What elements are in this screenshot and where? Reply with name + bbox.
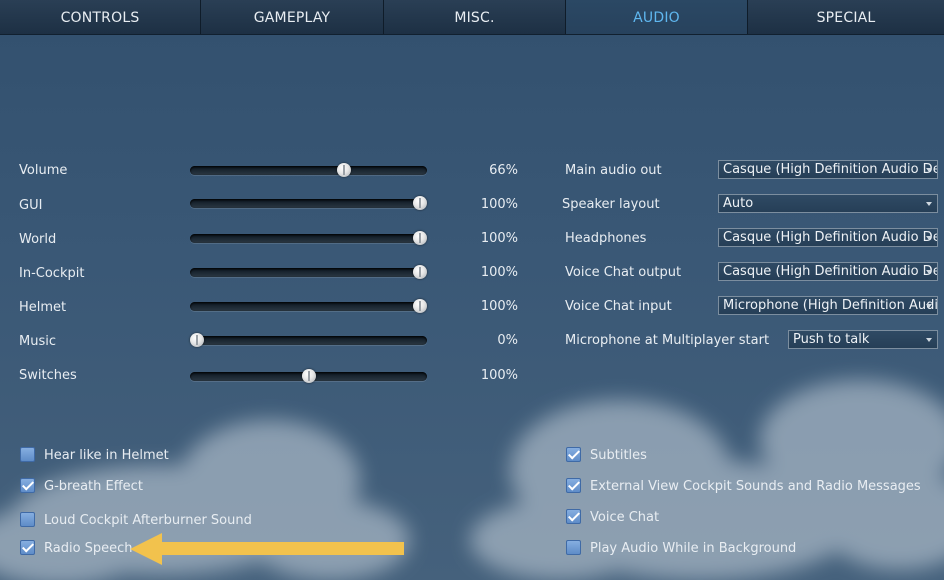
helmet-slider[interactable] bbox=[190, 299, 427, 313]
microphone-start-value: Push to talk bbox=[793, 332, 870, 347]
main-audio-out-label: Main audio out bbox=[565, 163, 662, 178]
settings-tab-bar: CONTROLS GAMEPLAY MISC. AUDIO SPECIAL bbox=[0, 0, 944, 35]
music-value: 0% bbox=[497, 333, 518, 348]
world-value: 100% bbox=[480, 231, 518, 246]
microphone-start-label: Microphone at Multiplayer start bbox=[565, 333, 770, 348]
helmet-slider-thumb[interactable] bbox=[413, 299, 427, 313]
in-cockpit-slider-thumb[interactable] bbox=[413, 265, 427, 279]
subtitles-checkbox[interactable] bbox=[566, 447, 581, 462]
external-view-cockpit-sounds-checkbox[interactable] bbox=[566, 478, 581, 493]
slider-label-gui: GUI bbox=[19, 198, 43, 213]
play-audio-background-checkbox[interactable] bbox=[566, 540, 581, 555]
tab-gameplay[interactable]: GAMEPLAY bbox=[201, 0, 384, 34]
play-audio-background-label: Play Audio While in Background bbox=[590, 541, 797, 556]
volume-value: 66% bbox=[489, 163, 518, 178]
speaker-layout-value: Auto bbox=[723, 196, 754, 211]
volume-slider[interactable] bbox=[190, 163, 427, 177]
main-audio-out-select[interactable]: Casque (High Definition Audio Dev bbox=[718, 160, 938, 179]
voice-chat-output-select[interactable]: Casque (High Definition Audio Dev bbox=[718, 262, 938, 281]
tab-audio[interactable]: AUDIO bbox=[566, 0, 748, 34]
switches-slider[interactable] bbox=[190, 369, 427, 383]
voice-chat-checkbox[interactable] bbox=[566, 509, 581, 524]
slider-label-in-cockpit: In-Cockpit bbox=[19, 266, 85, 281]
gui-slider-thumb[interactable] bbox=[413, 196, 427, 210]
microphone-start-select[interactable]: Push to talk bbox=[788, 330, 938, 349]
chevron-down-icon bbox=[926, 202, 932, 206]
voice-chat-input-value: Microphone (High Definition Audio bbox=[723, 298, 937, 313]
tab-controls[interactable]: CONTROLS bbox=[0, 0, 201, 34]
gui-value: 100% bbox=[480, 197, 518, 212]
slider-label-switches: Switches bbox=[19, 368, 77, 383]
headphones-select[interactable]: Casque (High Definition Audio Dev bbox=[718, 228, 938, 247]
world-slider[interactable] bbox=[190, 231, 427, 245]
slider-label-volume: Volume bbox=[19, 163, 68, 178]
in-cockpit-value: 100% bbox=[480, 265, 518, 280]
in-cockpit-slider[interactable] bbox=[190, 265, 427, 279]
voice-chat-output-value: Casque (High Definition Audio Dev bbox=[723, 264, 937, 279]
chevron-down-icon bbox=[926, 236, 932, 240]
switches-value: 100% bbox=[480, 368, 518, 383]
voice-chat-input-label: Voice Chat input bbox=[565, 299, 672, 314]
slider-label-world: World bbox=[19, 232, 57, 247]
speaker-layout-select[interactable]: Auto bbox=[718, 194, 938, 213]
annotation-arrow-shaft bbox=[158, 542, 404, 555]
slider-label-helmet: Helmet bbox=[19, 300, 67, 315]
slider-label-music: Music bbox=[19, 334, 56, 349]
voice-chat-input-select[interactable]: Microphone (High Definition Audio bbox=[718, 296, 938, 315]
loud-cockpit-afterburner-label: Loud Cockpit Afterburner Sound bbox=[44, 513, 252, 528]
subtitles-label: Subtitles bbox=[590, 448, 647, 463]
tab-special[interactable]: SPECIAL bbox=[748, 0, 944, 34]
music-slider-thumb[interactable] bbox=[190, 333, 204, 347]
g-breath-effect-checkbox[interactable] bbox=[20, 478, 35, 493]
headphones-value: Casque (High Definition Audio Dev bbox=[723, 230, 937, 245]
volume-slider-thumb[interactable] bbox=[337, 163, 352, 177]
tab-misc[interactable]: MISC. bbox=[384, 0, 566, 34]
voice-chat-output-label: Voice Chat output bbox=[565, 265, 682, 280]
hear-like-in-helmet-checkbox[interactable] bbox=[20, 447, 35, 462]
hear-like-in-helmet-label: Hear like in Helmet bbox=[44, 448, 169, 463]
g-breath-effect-label: G-breath Effect bbox=[44, 479, 143, 494]
chevron-down-icon bbox=[926, 168, 932, 172]
radio-speech-checkbox[interactable] bbox=[20, 540, 35, 555]
music-slider[interactable] bbox=[190, 333, 427, 347]
helmet-value: 100% bbox=[480, 299, 518, 314]
headphones-label: Headphones bbox=[565, 231, 647, 246]
speaker-layout-label: Speaker layout bbox=[562, 197, 660, 212]
switches-slider-thumb[interactable] bbox=[301, 369, 316, 383]
chevron-down-icon bbox=[926, 338, 932, 342]
chevron-down-icon bbox=[926, 304, 932, 308]
loud-cockpit-afterburner-checkbox[interactable] bbox=[20, 512, 35, 527]
gui-slider[interactable] bbox=[190, 196, 427, 210]
voice-chat-label: Voice Chat bbox=[590, 510, 660, 525]
world-slider-thumb[interactable] bbox=[413, 231, 427, 245]
radio-speech-label: Radio Speech bbox=[44, 541, 133, 556]
external-view-cockpit-sounds-label: External View Cockpit Sounds and Radio M… bbox=[590, 479, 921, 494]
main-audio-out-value: Casque (High Definition Audio Dev bbox=[723, 162, 937, 177]
chevron-down-icon bbox=[926, 270, 932, 274]
